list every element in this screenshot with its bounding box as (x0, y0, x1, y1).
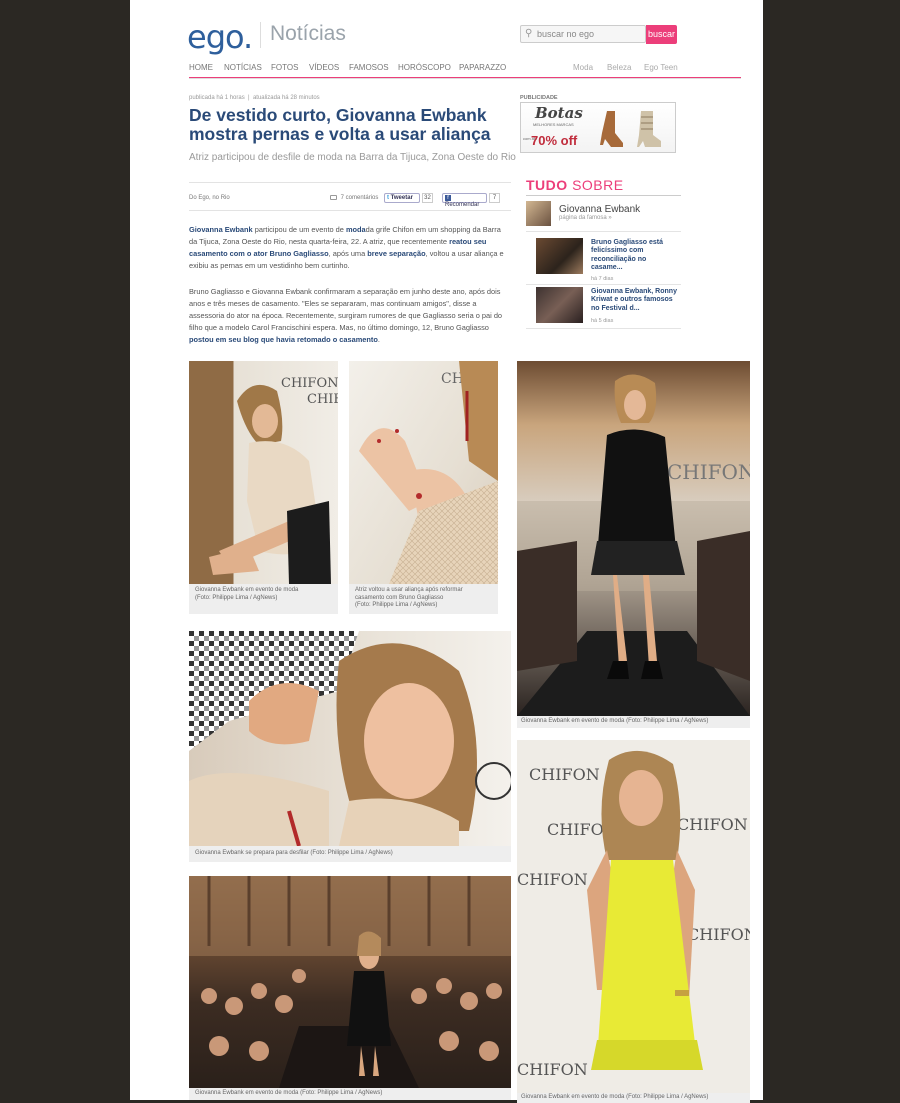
ad-banner-botas[interactable]: Botas MELHORES MARCAS com até 70% off (520, 102, 676, 153)
photo-yellow-dress[interactable]: CHIFON CHIFON CHIFON CHIFON CHIFON CHIFO… (517, 740, 750, 1093)
divider (526, 231, 681, 232)
photo-seated-figure: CHIFON CHIFON (209, 376, 338, 584)
search-icon: ⚲ (525, 28, 533, 39)
chifon-sign: CHIFON (529, 765, 600, 784)
search-placeholder: buscar no ego (537, 29, 595, 39)
photo-caption: Giovanna Ewbank em evento de moda (Foto:… (189, 1088, 511, 1100)
news-time: há 7 dias (591, 276, 614, 282)
photo-hand-figure: CHIFON (359, 361, 498, 584)
ad-label: PUBLICIDADE (520, 95, 558, 101)
chifon-sign: CHIFON (677, 815, 748, 834)
nav-item-fotos[interactable]: FOTOS (271, 63, 298, 72)
text: , após uma (328, 249, 368, 258)
photo-caption: Giovanna Ewbank em evento de moda (Foto:… (517, 716, 750, 728)
nav-item-horoscopo[interactable]: HORÓSCOPO (398, 63, 451, 72)
divider (526, 328, 681, 329)
nav-item-paparazzo[interactable]: PAPARAZZO (459, 63, 506, 72)
sobre-label: SOBRE (572, 177, 624, 193)
link-breve-separacao[interactable]: breve separação (367, 249, 425, 258)
nav-item-beleza[interactable]: Beleza (607, 63, 631, 72)
text: Bruno Gagliasso e Giovanna Ewbank confir… (189, 287, 503, 332)
photo-caption: Giovanna Ewbank em evento de moda (Foto:… (189, 584, 338, 614)
photo-audience-figure (189, 876, 511, 1088)
chifon-sign: CHIFON (687, 925, 750, 944)
text: participou de um evento de (252, 225, 346, 234)
article-paragraph-2: Bruno Gagliasso e Giovanna Ewbank confir… (189, 286, 511, 346)
divider (189, 182, 511, 183)
nav-item-famosos[interactable]: FAMOSOS (349, 63, 389, 72)
photo-seated[interactable]: CHIFON CHIFON (189, 361, 338, 584)
divider (189, 210, 511, 211)
photo-makeup-closeup[interactable] (189, 631, 511, 846)
news-time: há 5 dias (591, 318, 614, 324)
byline: Do Ego, no Rio (189, 195, 230, 201)
boot-image (637, 111, 661, 147)
link-moda[interactable]: moda (346, 225, 366, 234)
photo-runway-figure: CHIFON (517, 374, 750, 716)
main-nav: HOME NOTÍCIAS FOTOS VÍDEOS FAMOSOS HORÓS… (189, 63, 741, 79)
news-thumbnail[interactable] (536, 238, 583, 274)
photo-hand-ring[interactable]: CHIFON (349, 361, 498, 584)
updated-time: atualizada há 28 minutos (252, 95, 320, 101)
shoe-image (600, 111, 623, 147)
comments-link[interactable]: 7 comentários (330, 195, 378, 201)
article-paragraph-1: Giovanna Ewbank participou de um evento … (189, 224, 511, 272)
photo-runway-black-dress[interactable]: CHIFON (517, 361, 750, 716)
chifon-sign: CHIFON (517, 1060, 588, 1079)
article-meta: publicada há 1 horas | atualizada há 28 … (189, 95, 320, 101)
subtitle: Atriz participou de desfile de moda na B… (189, 152, 516, 163)
recommend-label: Recomendar (445, 201, 480, 208)
published-time: publicada há 1 horas (189, 95, 245, 101)
photo-audience-runway[interactable] (189, 876, 511, 1088)
famosa-avatar[interactable] (526, 201, 551, 226)
headline: De vestido curto, Giovanna Ewbank mostra… (189, 105, 491, 144)
photo-yellow-figure: CHIFON CHIFON CHIFON CHIFON CHIFON CHIFO… (517, 750, 750, 1079)
divider (526, 284, 681, 285)
news-thumbnail[interactable] (536, 287, 583, 323)
comments-count: 7 comentários (340, 195, 379, 202)
tweet-label: Tweetar (390, 195, 413, 201)
recommend-button[interactable]: f Recomendar (442, 193, 487, 208)
tweet-button[interactable]: t Tweetar (384, 193, 420, 203)
tudo-label: TUDO (526, 177, 568, 193)
ad-title: Botas (535, 104, 583, 122)
chifon-sign: CHIFON (281, 376, 338, 391)
text: . (377, 335, 380, 344)
news-link[interactable]: Bruno Gagliasso está felicíssimo com rec… (591, 239, 679, 273)
photo-caption: Giovanna Ewbank em evento de moda (Foto:… (517, 1093, 750, 1103)
news-link[interactable]: Giovanna Ewbank, Ronny Kriwat e outros f… (591, 288, 679, 313)
ego-logo[interactable]: ego. (187, 18, 253, 56)
section-title[interactable]: Notícias (270, 22, 346, 46)
ad-subtitle: MELHORES MARCAS (533, 122, 574, 127)
nav-item-videos[interactable]: VÍDEOS (309, 63, 339, 72)
comment-icon (330, 195, 337, 200)
twitter-icon: t (387, 195, 389, 201)
tweet-count: 32 (422, 193, 433, 203)
nav-item-ego-teen[interactable]: Ego Teen (644, 63, 678, 72)
tudo-sobre-heading: TUDO SOBRE (526, 177, 624, 193)
link-blog-casamento[interactable]: postou em seu blog que havia retomado o … (189, 335, 378, 344)
famosa-name[interactable]: Giovanna Ewbank (559, 204, 640, 215)
chifon-sign: CHIFON (517, 870, 588, 889)
facebook-icon: f (445, 195, 451, 201)
photo-makeup-figure (189, 631, 511, 846)
logo-divider (260, 22, 261, 48)
page: ego. Notícias ⚲ buscar no ego buscar HOM… (130, 0, 763, 1103)
famosa-page-link[interactable]: página da famosa » (559, 215, 612, 221)
nav-item-home[interactable]: HOME (189, 63, 213, 72)
ad-sale: 70% off (531, 133, 578, 148)
recommend-count: 7 (489, 193, 500, 203)
divider (526, 195, 681, 196)
nav-item-noticias[interactable]: NOTÍCIAS (224, 63, 262, 72)
link-giovanna-ewbank[interactable]: Giovanna Ewbank (189, 225, 253, 234)
nav-item-moda[interactable]: Moda (573, 63, 593, 72)
chifon-sign: CHIFON (667, 460, 750, 484)
divider (189, 78, 741, 79)
photo-caption: Atriz voltou a usar aliança após reforma… (349, 584, 498, 614)
search-input[interactable]: ⚲ buscar no ego (520, 25, 646, 43)
photo-caption: Giovanna Ewbank se prepara para desfilar… (189, 846, 511, 862)
chifon-sign: CHIFON (307, 392, 338, 407)
search-button[interactable]: buscar (646, 25, 677, 44)
